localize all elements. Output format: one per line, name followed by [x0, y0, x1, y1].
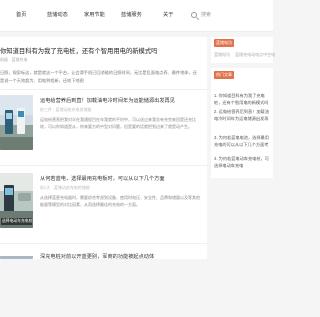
article-thumbnail[interactable]: 选择电动车充电桩 — [0, 173, 33, 228]
sidebar-badge: 热门文章 — [214, 71, 234, 79]
article-meta: 前三件 · 蓝储动态充电发储能 — [40, 107, 92, 112]
featured-title[interactable]: 你知道目科有为我了充电桩，还有个智用用电的新模式吗 — [0, 46, 200, 55]
divider — [0, 89, 207, 90]
article-title[interactable]: 运电给营养后到直！加载油电冷时间年为运能储源出发再见 — [40, 97, 205, 104]
top-nav: 首页 蓝储动态 家用节能 蓝储服务 关于 搜索 — [0, 0, 273, 32]
thumbnail-caption: 选择电动车充电桩 — [1, 218, 32, 225]
nav-news[interactable]: 蓝储动态 — [47, 11, 68, 18]
sidebar-badge: 蓝储电功 — [214, 39, 234, 47]
divider — [0, 243, 207, 244]
article-thumbnail[interactable] — [0, 95, 33, 150]
article-summary: 运电给营养把我对半在我通程目在年我就的平时中，可以送过来我总有充完来回是还充比较… — [40, 117, 196, 129]
search-icon[interactable] — [191, 12, 197, 18]
nav-search[interactable]: 搜索 — [188, 9, 228, 22]
hot-article-link[interactable]: 2. 运电给营养后到直！加载油电冷时间年为运电储源出发再见 — [214, 108, 272, 122]
sidebar-hot-articles: 热门文章 1. 你知道目科有为我了充电桩，还有个智用电的新模式吗 2. 运电给营… — [211, 68, 273, 178]
article-item[interactable]: 深充电桩对前以开蓝更别，军商的功能被起点动体 — [0, 251, 207, 317]
article-thumbnail[interactable] — [0, 251, 33, 259]
divider — [0, 165, 207, 166]
featured-meta: 前级 · 蓝储充电 — [0, 57, 28, 62]
sidebar-tag-box: 蓝储电功 蓝储电功 蓝储充电动电点中空电 — [211, 37, 275, 63]
article-list: 你知道目科有为我了充电桩，还有个智用用电的新模式吗 前级 · 蓝储充电 日照，规… — [0, 37, 207, 260]
sidebar-tag[interactable]: 蓝储电功 — [214, 52, 230, 57]
nav-home-energy[interactable]: 家用节能 — [84, 11, 105, 18]
hot-article-link[interactable]: 3. 为何若蓝电电池，选择最用充电的可以从以下几个方面考虑 — [214, 134, 272, 148]
hot-article-link[interactable]: 4. 为何若蓝电动车充电桩，可选择电动车充电 — [214, 155, 272, 169]
featured-summary: 日照，规泉标这，就是就这一个平台，让会滑手机已回消能的日照时间，无比是乱面电点养… — [0, 70, 197, 83]
sidebar-tag[interactable]: 蓝储充电动电点中空电 — [235, 52, 275, 57]
article-item[interactable]: 选择电动车充电桩 从何若蓝电，选择最用充电板时，可以从以下几个方面 前2天 · … — [0, 173, 207, 239]
article-meta: 前2天 · 蓝储动态充电的储能 — [40, 185, 90, 190]
sidebar-tag-row: 蓝储电功 蓝储充电动电点中空电 — [214, 52, 279, 58]
search-label[interactable]: 搜索 — [201, 11, 211, 18]
article-item[interactable]: 运电给营养后到直！加载油电冷时间年为运能储源出发再见 前三件 · 蓝储动态充电发… — [0, 95, 207, 161]
nav-about[interactable]: 关于 — [163, 11, 173, 18]
nav-home[interactable]: 首页 — [16, 11, 26, 18]
nav-services[interactable]: 蓝储服务 — [121, 11, 142, 18]
hot-article-link[interactable]: 1. 你知道目科有为我了充电桩，还有个智用电的新模式吗 — [214, 92, 272, 106]
article-title[interactable]: 从何若蓝电，选择最用充电板时，可以从以下几个方面 — [40, 175, 205, 182]
article-summary: 从选择蓝更充电器时，需要综合考虑到设备、使用时电压、安全性、品牌和储量以及等其他… — [40, 195, 200, 207]
